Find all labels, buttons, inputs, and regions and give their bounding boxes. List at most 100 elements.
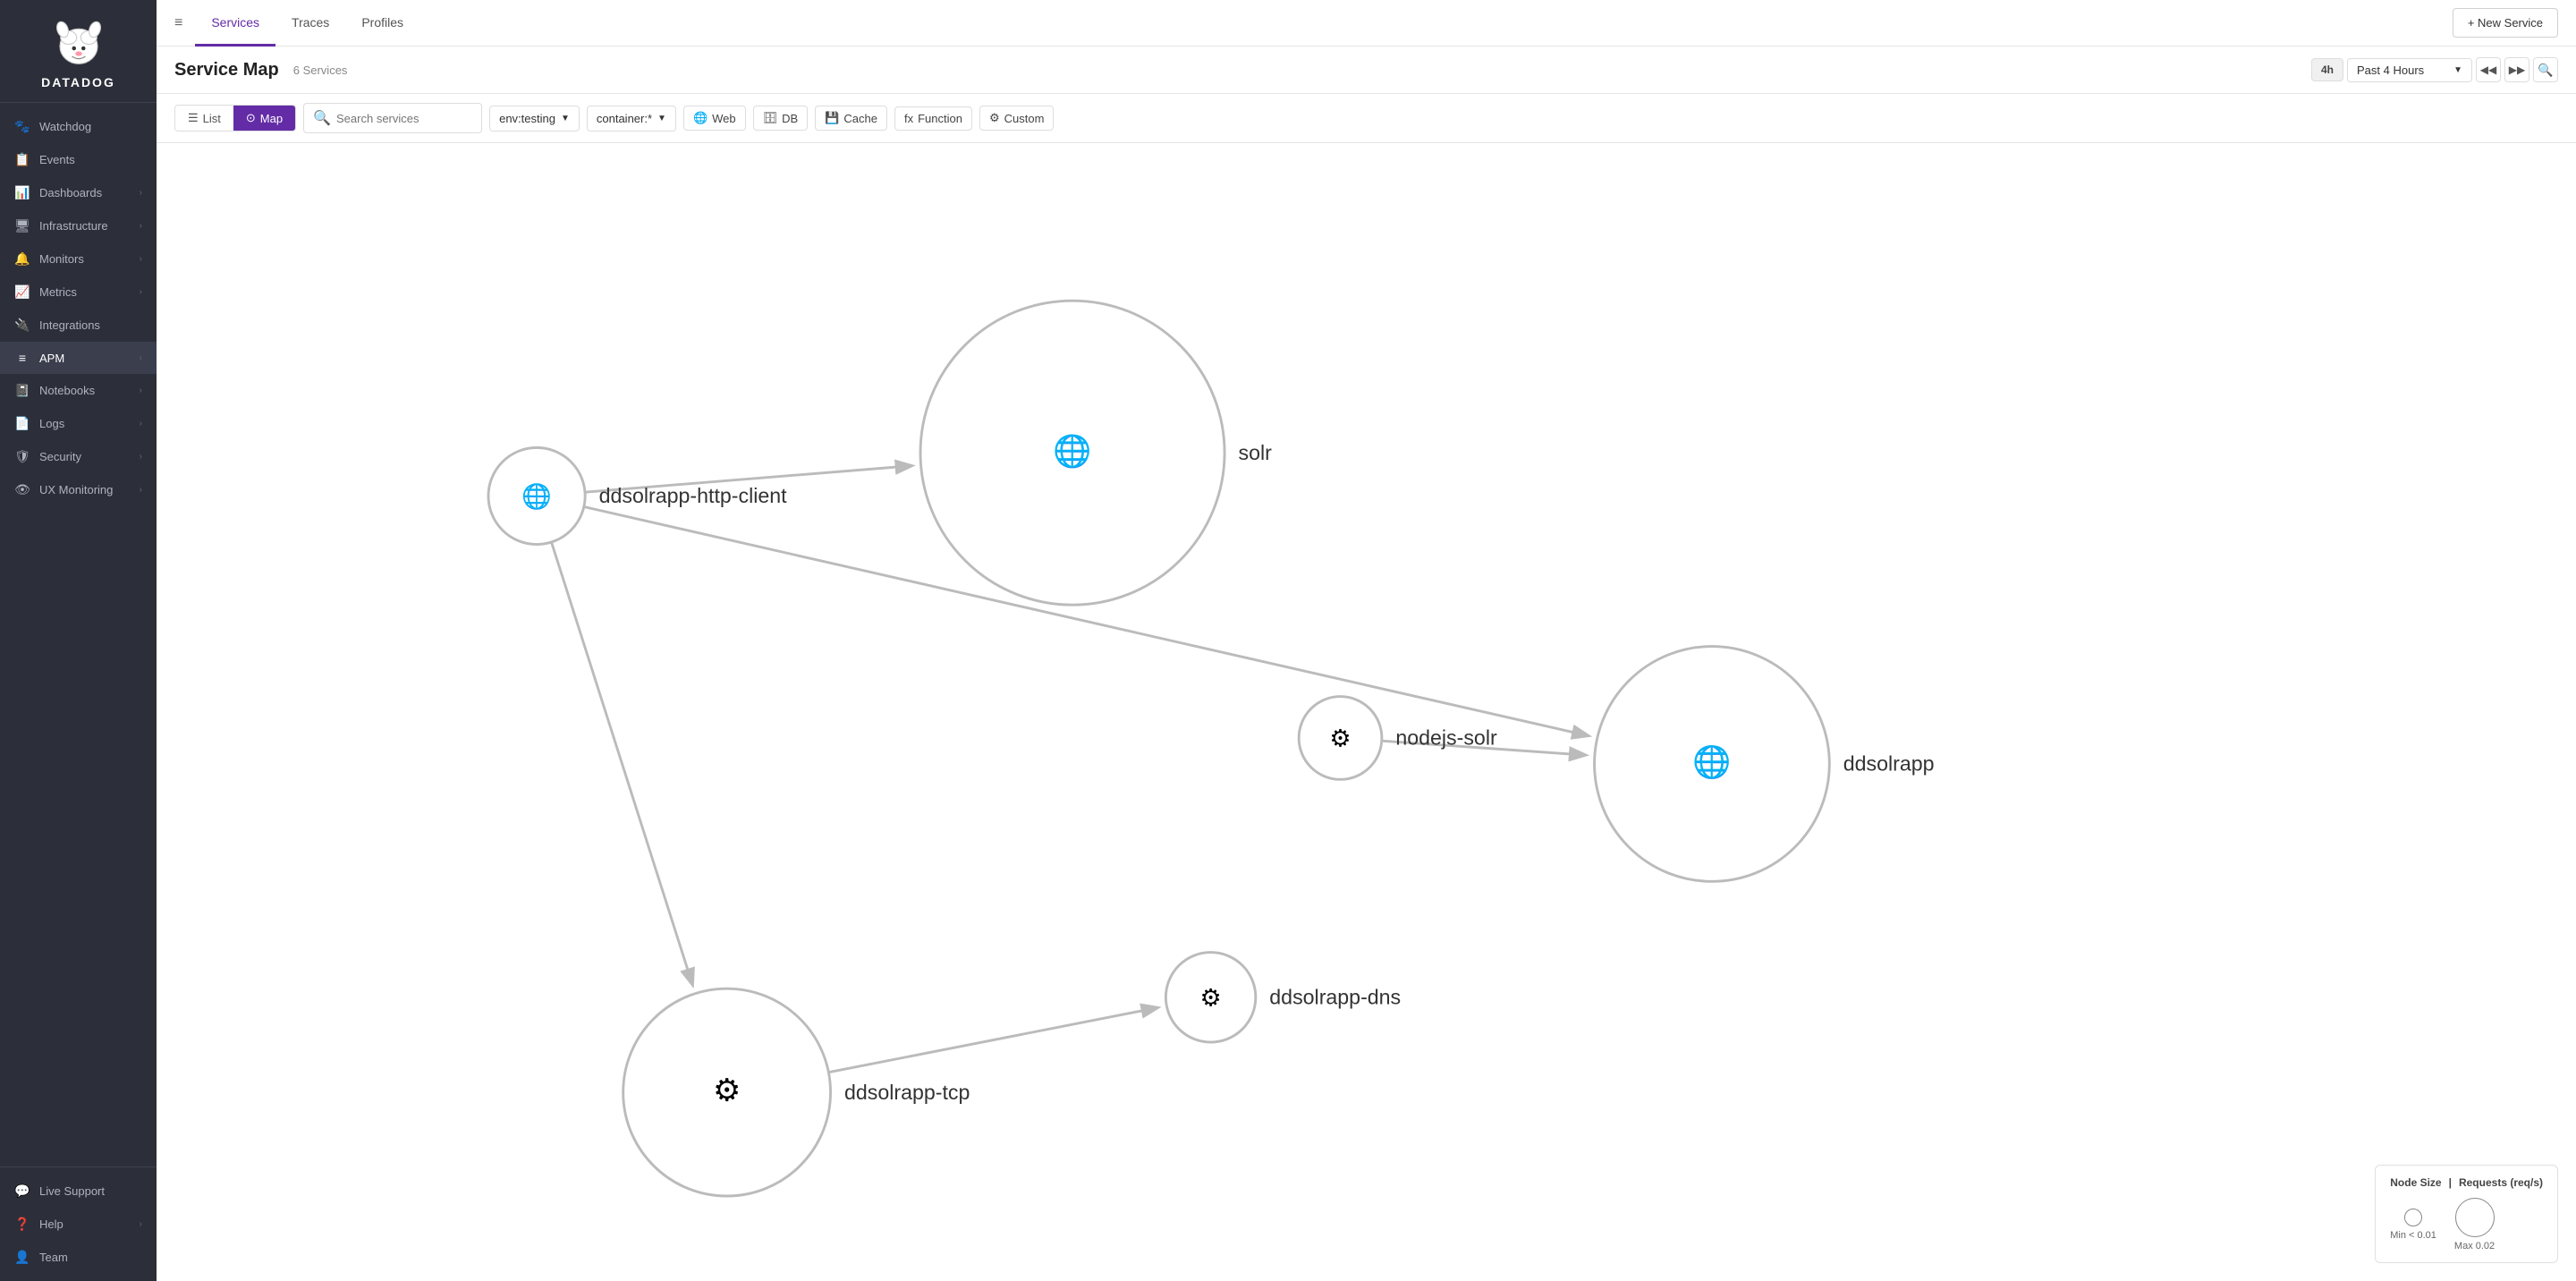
chevron-icon: › bbox=[140, 353, 142, 363]
legend: Node Size | Requests (req/s) Min < 0.01 … bbox=[2375, 1165, 2558, 1263]
node-icon-nodejs-solr: ⚙ bbox=[1329, 725, 1351, 752]
env-chevron-icon: ▼ bbox=[561, 114, 570, 123]
sidebar-item-events[interactable]: 📋 Events bbox=[0, 143, 157, 176]
node-label-ddsolrapp-dns: ddsolrapp-dns bbox=[1269, 986, 1401, 1009]
time-controls: 4h Past 4 Hours ▼ ◀◀ ▶▶ 🔍 bbox=[2311, 57, 2558, 82]
sidebar-icon-help: ❓ bbox=[14, 1217, 30, 1232]
edge-ddsolrapp-http-client-ddsolrapp-tcp bbox=[552, 542, 692, 984]
sidebar-bottom: 💬 Live Support ❓ Help › 👤 Team bbox=[0, 1166, 157, 1281]
node-label-solr: solr bbox=[1239, 441, 1273, 464]
tab-traces[interactable]: Traces bbox=[275, 0, 345, 47]
content-header: Service Map 6 Services 4h Past 4 Hours ▼… bbox=[157, 47, 2576, 94]
topbar: ≡ ServicesTracesProfiles + New Service bbox=[157, 0, 2576, 47]
filter-bar: ☰ List ⊙ Map 🔍 env:testing ▼ container:*… bbox=[157, 94, 2576, 143]
sidebar-label-logs: Logs bbox=[39, 417, 131, 430]
service-count: 6 Services bbox=[293, 64, 348, 77]
chevron-icon: › bbox=[140, 1219, 142, 1229]
map-icon: ⊙ bbox=[246, 111, 256, 125]
search-input[interactable] bbox=[336, 112, 470, 125]
sidebar-item-security[interactable]: 🛡 Security › bbox=[0, 440, 157, 473]
tab-profiles[interactable]: Profiles bbox=[345, 0, 419, 47]
sidebar-item-help[interactable]: ❓ Help › bbox=[0, 1208, 157, 1241]
legend-min-label: Min < 0.01 bbox=[2390, 1230, 2436, 1241]
node-ddsolrapp[interactable]: 🌐ddsolrapp bbox=[1595, 647, 1935, 882]
node-ddsolrapp-http-client[interactable]: 🌐ddsolrapp-http-client bbox=[488, 447, 787, 544]
node-icon-ddsolrapp: 🌐 bbox=[1692, 744, 1731, 780]
sidebar-item-monitors[interactable]: 🔔 Monitors › bbox=[0, 242, 157, 276]
sidebar-icon-ux-monitoring: 👁 bbox=[14, 482, 30, 497]
sidebar-label-apm: APM bbox=[39, 352, 131, 365]
sidebar-icon-security: 🛡 bbox=[14, 449, 30, 464]
sidebar-item-notebooks[interactable]: 📓 Notebooks › bbox=[0, 374, 157, 407]
node-icon-ddsolrapp-tcp: ⚙ bbox=[713, 1074, 741, 1108]
new-service-button[interactable]: + New Service bbox=[2453, 8, 2558, 38]
tab-services[interactable]: Services bbox=[195, 0, 275, 47]
filter-chip-cache[interactable]: 💾Cache bbox=[815, 106, 887, 131]
chevron-icon: › bbox=[140, 254, 142, 264]
sidebar-label-notebooks: Notebooks bbox=[39, 384, 131, 397]
sidebar-icon-apm: ≡ bbox=[14, 351, 30, 365]
service-map-svg: 🌐ddsolrapp-http-client🌐solr⚙nodejs-solr🌐… bbox=[157, 143, 2576, 1281]
list-view-button[interactable]: ☰ List bbox=[175, 106, 233, 131]
chevron-icon: › bbox=[140, 287, 142, 297]
search-icon: 🔍 bbox=[313, 109, 331, 127]
sidebar-item-integrations[interactable]: 🔌 Integrations bbox=[0, 309, 157, 342]
map-label: Map bbox=[260, 112, 283, 125]
apm-icon: ≡ bbox=[174, 15, 182, 31]
search-box[interactable]: 🔍 bbox=[303, 103, 482, 133]
chevron-down-icon: ▼ bbox=[2453, 65, 2462, 75]
time-back-button[interactable]: ◀◀ bbox=[2476, 57, 2501, 82]
env-filter-dropdown[interactable]: env:testing ▼ bbox=[489, 106, 580, 131]
custom-icon: ⚙ bbox=[989, 111, 1000, 125]
sidebar-item-dashboards[interactable]: 📊 Dashboards › bbox=[0, 176, 157, 209]
search-button[interactable]: 🔍 bbox=[2533, 57, 2558, 82]
sidebar-icon-notebooks: 📓 bbox=[14, 383, 30, 398]
sidebar-item-live-support[interactable]: 💬 Live Support bbox=[0, 1175, 157, 1208]
container-filter-label: container:* bbox=[597, 112, 652, 125]
sidebar-label-ux-monitoring: UX Monitoring bbox=[39, 483, 131, 496]
view-toggle: ☰ List ⊙ Map bbox=[174, 105, 296, 131]
filter-chip-function[interactable]: fxFunction bbox=[894, 106, 972, 131]
sidebar-item-team[interactable]: 👤 Team bbox=[0, 1241, 157, 1274]
sidebar-nav: 🐾 Watchdog 📋 Events 📊 Dashboards › 🖥 Inf… bbox=[0, 103, 157, 1166]
main-content: ≡ ServicesTracesProfiles + New Service S… bbox=[157, 0, 2576, 1281]
node-solr[interactable]: 🌐solr bbox=[920, 301, 1272, 605]
filter-chip-custom[interactable]: ⚙ Custom bbox=[979, 106, 1054, 131]
node-ddsolrapp-dns[interactable]: ⚙ ddsolrapp-dns bbox=[1165, 953, 1401, 1042]
sidebar-item-ux-monitoring[interactable]: 👁 UX Monitoring › bbox=[0, 473, 157, 506]
sidebar-label-metrics: Metrics bbox=[39, 285, 131, 299]
map-view-button[interactable]: ⊙ Map bbox=[233, 106, 295, 131]
sidebar-label-infrastructure: Infrastructure bbox=[39, 219, 131, 233]
sidebar-item-metrics[interactable]: 📈 Metrics › bbox=[0, 276, 157, 309]
legend-min-circle bbox=[2404, 1209, 2422, 1226]
sidebar-item-infrastructure[interactable]: 🖥 Infrastructure › bbox=[0, 209, 157, 242]
time-range-label: Past 4 Hours bbox=[2357, 64, 2424, 77]
time-forward-button[interactable]: ▶▶ bbox=[2504, 57, 2529, 82]
filter-chip-db[interactable]: 🗄DB bbox=[753, 106, 809, 131]
node-ddsolrapp-tcp[interactable]: ⚙ddsolrapp-tcp bbox=[623, 988, 970, 1196]
node-icon-ddsolrapp-dns: ⚙ bbox=[1199, 984, 1221, 1011]
chevron-icon: › bbox=[140, 386, 142, 395]
sidebar-label-help: Help bbox=[39, 1217, 131, 1231]
node-icon-ddsolrapp-http-client: 🌐 bbox=[521, 482, 552, 510]
sidebar-icon-team: 👤 bbox=[14, 1250, 30, 1265]
time-range-select[interactable]: Past 4 Hours ▼ bbox=[2347, 58, 2472, 82]
sidebar-label-integrations: Integrations bbox=[39, 318, 142, 332]
sidebar-label-dashboards: Dashboards bbox=[39, 186, 131, 199]
sidebar-icon-metrics: 📈 bbox=[14, 284, 30, 300]
sidebar-item-apm[interactable]: ≡ APM › bbox=[0, 342, 157, 374]
env-filter-label: env:testing bbox=[499, 112, 555, 125]
legend-metric: Requests (req/s) bbox=[2459, 1176, 2543, 1189]
sidebar-item-watchdog[interactable]: 🐾 Watchdog bbox=[0, 110, 157, 143]
chevron-icon: › bbox=[140, 221, 142, 231]
sidebar-label-live-support: Live Support bbox=[39, 1184, 142, 1198]
cache-label: Cache bbox=[843, 112, 877, 125]
new-service-label: + New Service bbox=[2468, 16, 2543, 30]
sidebar-icon-infrastructure: 🖥 bbox=[14, 218, 30, 233]
chevron-icon: › bbox=[140, 452, 142, 462]
container-filter-dropdown[interactable]: container:* ▼ bbox=[587, 106, 676, 131]
filter-chip-web[interactable]: 🌐Web bbox=[683, 106, 746, 131]
custom-label: Custom bbox=[1004, 112, 1045, 125]
time-badge: 4h bbox=[2311, 58, 2343, 81]
sidebar-item-logs[interactable]: 📄 Logs › bbox=[0, 407, 157, 440]
